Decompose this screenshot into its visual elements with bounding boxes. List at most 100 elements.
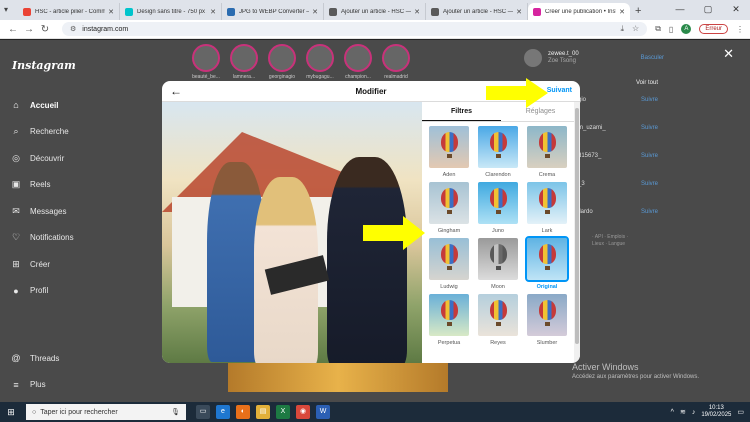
browser-tab[interactable]: Design sans titre - 750 px x ✕: [120, 3, 222, 20]
filter-option[interactable]: Juno: [477, 182, 519, 234]
follow-button[interactable]: Suivre: [641, 97, 658, 103]
sidebar-item-profile[interactable]: ● Profil: [10, 278, 74, 305]
suggestion-username[interactable]: d15673_: [578, 153, 601, 159]
excel-icon[interactable]: X: [276, 405, 290, 419]
back-icon[interactable]: ←: [6, 24, 20, 35]
filter-thumbnail[interactable]: [525, 236, 569, 282]
sidepanel-icon[interactable]: ▯: [669, 25, 673, 34]
filter-thumbnail[interactable]: [429, 182, 469, 224]
minimize-icon[interactable]: —: [666, 0, 694, 20]
reload-icon[interactable]: ↻: [38, 24, 52, 35]
filter-option[interactable]: Ludwig: [428, 238, 470, 290]
switch-account-link[interactable]: Basculer: [641, 55, 664, 61]
story-item[interactable]: mybugagu...: [306, 44, 334, 80]
browser-tab[interactable]: HSC - article pilier - Comme ✕: [18, 3, 120, 20]
sidebar-item-threads[interactable]: @ Threads: [10, 345, 59, 372]
tab-close-icon[interactable]: ✕: [414, 8, 420, 16]
account-username[interactable]: zewee.t_00: [548, 51, 579, 58]
suggestion-username[interactable]: m_uzami_: [578, 125, 606, 131]
filter-option[interactable]: Perpetua: [428, 294, 470, 346]
close-window-icon[interactable]: ✕: [722, 0, 750, 20]
filter-option[interactable]: Aden: [428, 126, 470, 178]
filter-option[interactable]: Clarendon: [477, 126, 519, 178]
site-info-icon[interactable]: ⚙: [70, 25, 76, 33]
profile-avatar[interactable]: A: [681, 24, 692, 34]
file-explorer-icon[interactable]: ▤: [256, 405, 270, 419]
footer-line[interactable]: · API · Emplois ·: [592, 234, 664, 241]
footer-line[interactable]: Lieux · Langue: [592, 241, 664, 248]
tab-close-icon[interactable]: ✕: [312, 8, 318, 16]
tab-search-icon[interactable]: ▾: [4, 5, 8, 14]
next-button[interactable]: Suivant: [547, 87, 572, 94]
filter-thumbnail[interactable]: [478, 182, 518, 224]
filter-thumbnail[interactable]: [527, 126, 567, 168]
new-tab-button[interactable]: +: [635, 5, 641, 17]
filter-option[interactable]: Crema: [526, 126, 568, 178]
follow-button[interactable]: Suivre: [641, 153, 658, 159]
filter-thumbnail[interactable]: [429, 238, 469, 280]
taskbar-search[interactable]: ○ Taper ici pour rechercher 🎙: [26, 404, 186, 420]
close-icon[interactable]: ✕: [723, 46, 734, 62]
browser-tab[interactable]: Ajouter un article - HSC — W✕: [324, 3, 426, 20]
sidebar-item-messenger[interactable]: ✉ Messages: [10, 198, 74, 225]
filter-thumbnail[interactable]: [527, 294, 567, 336]
network-icon[interactable]: ≋: [680, 408, 686, 416]
filter-option[interactable]: Original: [525, 236, 569, 290]
story-item[interactable]: lamnera...: [230, 44, 258, 80]
filter-option[interactable]: Reyes: [477, 294, 519, 346]
chrome-icon[interactable]: ◉: [296, 405, 310, 419]
tab-close-icon[interactable]: ✕: [108, 8, 114, 16]
sidebar-item-menu[interactable]: ≡ Plus: [10, 372, 59, 399]
edge-icon[interactable]: e: [216, 405, 230, 419]
filters-scrollbar[interactable]: [574, 102, 580, 363]
filter-thumbnail[interactable]: [478, 126, 518, 168]
avatar[interactable]: [524, 49, 542, 67]
scrollbar-thumb[interactable]: [575, 108, 579, 344]
filter-option[interactable]: Slumber: [526, 294, 568, 346]
task-view-icon[interactable]: ▭: [196, 405, 210, 419]
word-icon[interactable]: W: [316, 405, 330, 419]
extensions-icon[interactable]: ⧉: [655, 24, 661, 34]
maximize-icon[interactable]: ▢: [694, 0, 722, 20]
sidebar-item-home[interactable]: ⌂ Accueil: [10, 92, 74, 119]
menu-dots-icon[interactable]: ⋮: [736, 25, 744, 34]
filter-thumbnail[interactable]: [527, 182, 567, 224]
filter-thumbnail[interactable]: [429, 294, 469, 336]
filter-option[interactable]: Lark: [526, 182, 568, 234]
tray-chevron-icon[interactable]: ^: [671, 409, 674, 416]
address-bar[interactable]: ⚙ instagram.com ⤓ ☆: [62, 22, 648, 36]
volume-icon[interactable]: ♪: [692, 409, 696, 416]
story-item[interactable]: champion...: [344, 44, 372, 80]
windows-start-icon[interactable]: ⊞: [2, 407, 20, 418]
feed-post-image[interactable]: [228, 362, 448, 392]
notification-icon[interactable]: ▭: [737, 408, 744, 416]
sidebar-item-create[interactable]: ⊞ Créer: [10, 251, 74, 278]
filter-option[interactable]: Gingham: [428, 182, 470, 234]
tab-close-icon[interactable]: ✕: [210, 8, 216, 16]
follow-button[interactable]: Suivre: [641, 181, 658, 187]
tab-close-icon[interactable]: ✕: [619, 8, 625, 16]
forward-icon[interactable]: →: [22, 24, 36, 35]
filter-thumbnail[interactable]: [429, 126, 469, 168]
filter-thumbnail[interactable]: [478, 238, 518, 280]
tab-close-icon[interactable]: ✕: [516, 8, 522, 16]
filter-option[interactable]: Moon: [477, 238, 519, 290]
story-item[interactable]: beauté_be...: [192, 44, 220, 80]
bookmark-star-icon[interactable]: ☆: [632, 24, 639, 34]
filter-thumbnail[interactable]: [478, 294, 518, 336]
story-item[interactable]: georginagio: [268, 44, 296, 80]
sidebar-item-reels[interactable]: ▣ Reels: [10, 172, 74, 199]
microphone-icon[interactable]: 🎙: [171, 408, 180, 416]
suggestion-username[interactable]: llardo: [578, 209, 593, 215]
install-icon[interactable]: ⤓: [620, 24, 624, 34]
sidebar-item-search[interactable]: ⌕ Recherche: [10, 119, 74, 146]
firefox-icon[interactable]: ◐: [236, 405, 250, 419]
clock[interactable]: 10:13 19/02/2025: [701, 405, 731, 419]
error-button[interactable]: Erreur: [699, 24, 728, 34]
browser-tab[interactable]: Ajouter un article - HSC — W✕: [426, 3, 528, 20]
follow-button[interactable]: Suivre: [641, 125, 658, 131]
story-item[interactable]: realmadrid: [382, 44, 410, 80]
instagram-logo[interactable]: Instagram: [12, 59, 76, 72]
sidebar-item-compass[interactable]: ◎ Découvrir: [10, 145, 74, 172]
browser-tab[interactable]: JPG to WEBP Converter — C✕: [222, 3, 324, 20]
